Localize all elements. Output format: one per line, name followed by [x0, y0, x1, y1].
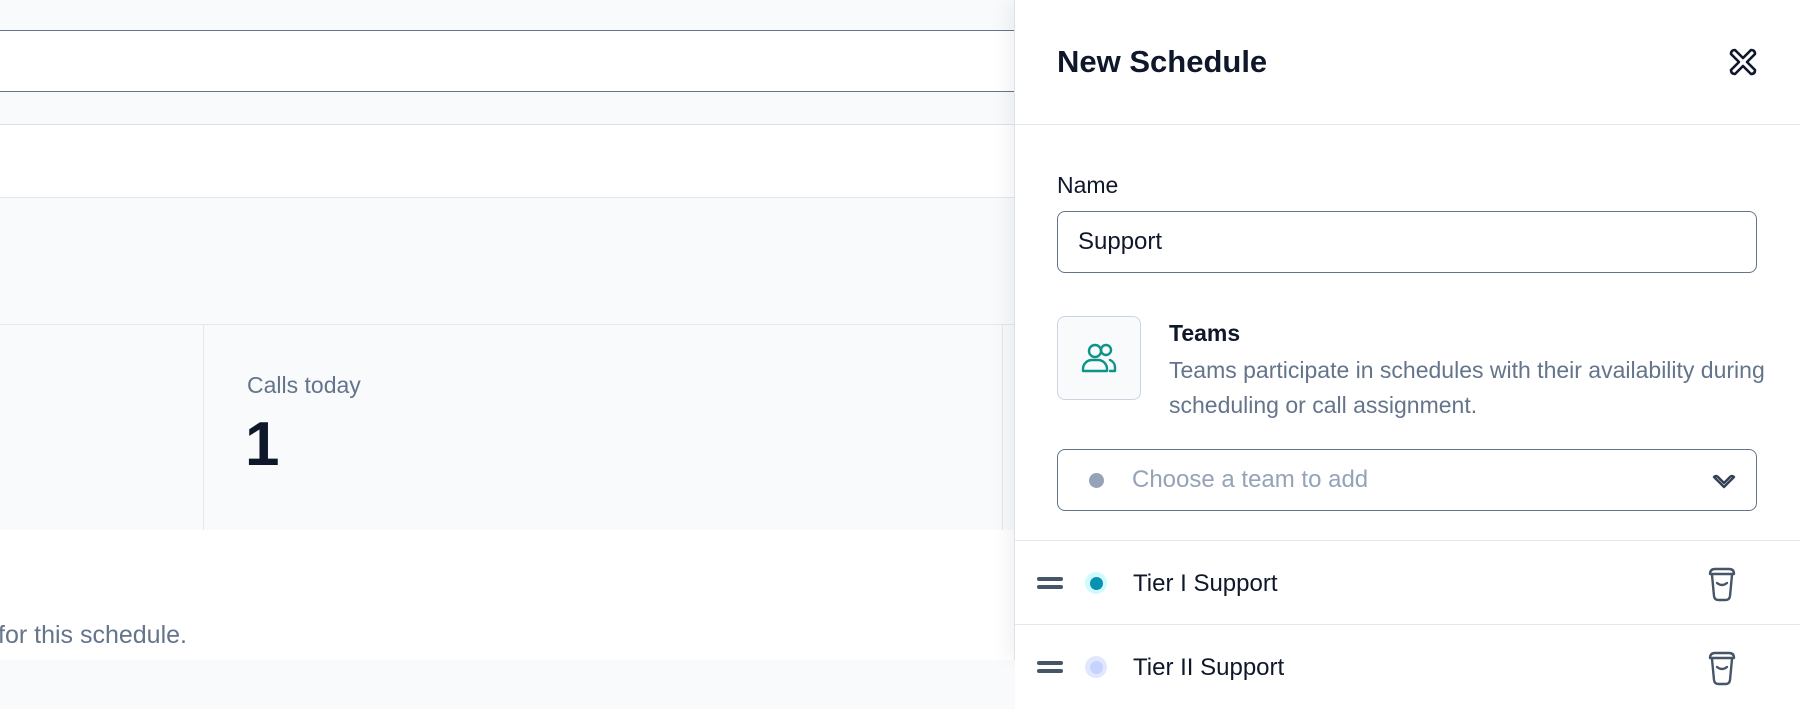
team-list-item: Tier I Support: [1015, 540, 1800, 625]
team-name: Tier I Support: [1133, 570, 1278, 597]
close-button[interactable]: [1723, 42, 1763, 82]
panel-title: New Schedule: [1057, 44, 1268, 79]
trash-icon[interactable]: [1705, 649, 1739, 687]
name-input[interactable]: [1057, 211, 1757, 273]
drag-handle-icon[interactable]: [1037, 657, 1063, 677]
teams-title: Teams: [1169, 320, 1241, 346]
background-page: Calls today 1 for this schedule.: [0, 0, 1015, 660]
background-search-input[interactable]: [0, 30, 1015, 92]
close-icon: [1729, 48, 1757, 76]
team-list-item: Tier II Support: [1015, 624, 1800, 709]
team-color-dot: [1085, 656, 1107, 678]
chevron-down-icon: [1712, 474, 1736, 489]
teams-description: Teams participate in schedules with thei…: [1169, 357, 1765, 418]
stat-label: Calls today: [247, 372, 361, 398]
stats-row: [0, 324, 1015, 531]
drag-handle-icon[interactable]: [1037, 573, 1063, 593]
team-name: Tier II Support: [1133, 654, 1285, 681]
status-dot: [1089, 473, 1104, 488]
trash-icon[interactable]: [1705, 565, 1739, 603]
team-select-placeholder: Choose a team to add: [1132, 466, 1369, 493]
background-toolbar: [0, 125, 1015, 198]
name-label: Name: [1057, 172, 1119, 198]
stat-divider: [1002, 325, 1003, 530]
new-schedule-panel: New Schedule Name Teams Teams participat…: [1014, 0, 1800, 709]
team-color-dot: [1085, 572, 1107, 594]
empty-state-text: for this schedule.: [0, 621, 187, 649]
team-select[interactable]: Choose a team to add: [1057, 449, 1757, 511]
panel-header: New Schedule: [1015, 0, 1800, 125]
users-icon: [1081, 343, 1117, 373]
teams-icon-box: [1057, 316, 1141, 400]
stat-value: 1: [245, 410, 280, 479]
stat-divider: [203, 325, 204, 530]
